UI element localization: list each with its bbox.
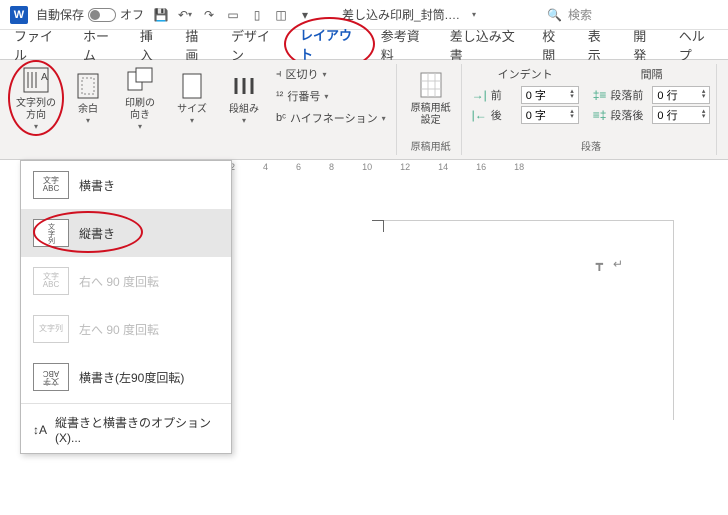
spacing-title: 間隔 [593,66,711,82]
ruler-tick: 16 [476,162,486,178]
ruler-tick: 18 [514,162,524,178]
spacing-after-input[interactable]: 0 行▴▾ [652,106,710,124]
ruler-tick: 4 [263,162,268,178]
margins-button[interactable]: 余白 ▾ [64,64,112,132]
chevron-down-icon: ▾ [190,116,194,126]
manuscript-button[interactable]: 原稿用紙 設定 [407,64,455,132]
line-numbers-icon: ¹² [276,90,283,102]
columns-label: 段組み [229,104,259,116]
size-icon [176,70,208,102]
text-direction-dropdown: 文字ABC 横書き 文字列 縦書き 文字ABC 右へ 90 度回転 文字列 左へ… [20,160,232,454]
dd-rotate-left: 文字列 左へ 90 度回転 [21,305,231,353]
search-icon: 🔍 [547,8,562,22]
line-numbers-button[interactable]: ¹²行番号▾ [272,86,390,106]
ruler-tick: 14 [438,162,448,178]
rotate-left-icon: 文字列 [33,315,69,343]
ruler-tick: 6 [296,162,301,178]
options-icon: ↕A [33,423,47,437]
text-direction-icon: A [20,64,52,96]
text-direction-label: 文字列の 方向 [16,98,56,122]
spacing-before-input[interactable]: 0 行▴▾ [652,86,710,104]
chevron-down-icon: ▾ [86,116,90,126]
filename-chevron[interactable]: ▾ [472,10,476,19]
manuscript-icon [415,69,447,101]
autosave-toggle[interactable]: 自動保存 オフ [36,6,144,23]
text-cursor: ┳ ↵ [596,257,623,271]
dd-rotate-right-label: 右へ 90 度回転 [79,273,159,290]
indent-right-label: 後 [491,107,517,123]
chevron-down-icon: ▾ [242,116,246,126]
spacing-after-label: 段落後 [610,107,648,123]
spacing-before-label: 段落前 [610,87,648,103]
separator [21,403,231,404]
hyphenation-icon: bᶜ [276,112,286,124]
indent-right-value: 0 字 [526,107,546,123]
chevron-down-icon: ▾ [138,122,142,132]
spacing-before-value: 0 行 [657,87,677,103]
spacing-after-icon: ≡‡ [593,108,607,122]
indent-title: インデント [472,66,579,82]
indent-left-label: 前 [491,87,517,103]
horizontal-icon: 文字ABC [33,171,69,199]
dd-horizontal-rot-label: 横書き(左90度回転) [79,369,184,386]
indent-right-input[interactable]: 0 字▴▾ [521,106,579,124]
indent-left-input[interactable]: 0 字▴▾ [521,86,579,104]
vertical-icon: 文字列 [33,219,69,247]
breaks-button[interactable]: ⫞区切り▾ [272,64,390,84]
ruler-tick: 8 [329,162,334,178]
ruler-tick: 10 [362,162,372,178]
breaks-icon: ⫞ [276,68,282,81]
corner-mark [372,220,384,232]
margins-icon [72,70,104,102]
dd-vertical[interactable]: 文字列 縦書き [21,209,231,257]
horizontal-rot-icon: 文字ABC [33,363,69,391]
line-numbers-label: 行番号 [287,88,320,104]
ruler-tick: 12 [400,162,410,178]
indent-left-value: 0 字 [526,87,546,103]
dd-vertical-label: 縦書き [79,225,115,242]
autosave-label: 自動保存 [36,6,84,23]
dd-options[interactable]: ↕A 縦書きと横書きのオプション(X)... [21,406,231,453]
breaks-label: 区切り [286,66,319,82]
manuscript-label: 原稿用紙 設定 [411,103,451,127]
manuscript-group-label: 原稿用紙 [411,138,451,155]
text-direction-button[interactable]: A 文字列の 方向 ▾ [12,64,60,132]
orientation-button[interactable]: 印刷の 向き ▾ [116,64,164,132]
dd-rotate-left-label: 左へ 90 度回転 [79,321,159,338]
svg-text:A: A [41,72,48,83]
spacing-after-value: 0 行 [657,107,677,123]
toggle-switch[interactable] [88,8,116,22]
dd-horizontal-rot[interactable]: 文字ABC 横書き(左90度回転) [21,353,231,401]
paragraph-group-label: 段落 [581,138,601,155]
orientation-label: 印刷の 向き [125,98,155,122]
indent-right-icon: |← [472,108,487,122]
columns-icon [228,70,260,102]
dd-horizontal[interactable]: 文字ABC 横書き [21,161,231,209]
chevron-down-icon: ▾ [34,122,38,132]
dd-rotate-right: 文字ABC 右へ 90 度回転 [21,257,231,305]
dd-horizontal-label: 横書き [79,177,115,194]
spacing-before-icon: ‡≡ [593,88,607,102]
hyphenation-button[interactable]: bᶜハイフネーション▾ [272,108,390,128]
search-placeholder: 検索 [568,6,592,23]
autosave-state: オフ [120,6,144,23]
columns-button[interactable]: 段組み ▾ [220,64,268,132]
rotate-right-icon: 文字ABC [33,267,69,295]
indent-left-icon: →| [472,88,487,102]
orientation-icon [124,64,156,96]
size-button[interactable]: サイズ ▾ [168,64,216,132]
hyphenation-label: ハイフネーション [290,110,378,126]
dd-options-label: 縦書きと横書きのオプション(X)... [55,414,219,445]
size-label: サイズ [177,104,207,116]
margins-label: 余白 [78,104,98,116]
page: ┳ ↵ [384,220,674,420]
